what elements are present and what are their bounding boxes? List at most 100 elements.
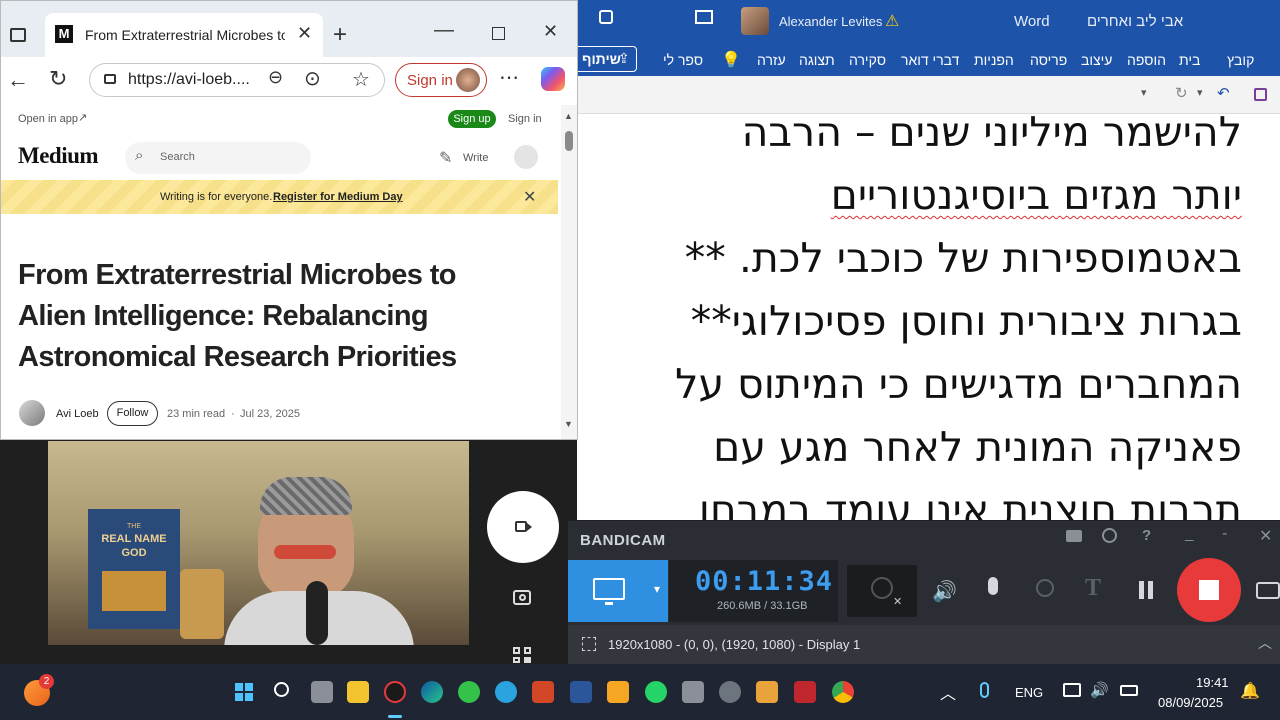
tab-layout[interactable]: פריסה bbox=[1030, 52, 1067, 68]
tab-references[interactable]: הפניות bbox=[974, 52, 1014, 68]
medium-logo[interactable]: Medium bbox=[18, 143, 99, 169]
screen-mode-button[interactable]: ▾ bbox=[568, 560, 668, 622]
profile-sign-in-button[interactable]: Sign in bbox=[395, 63, 487, 97]
tab-close-icon[interactable]: ✕ bbox=[297, 23, 312, 44]
author-avatar[interactable] bbox=[19, 400, 45, 426]
region-icon[interactable] bbox=[582, 637, 596, 651]
browser-tab[interactable]: M From Extraterrestrial Microbes to ✕ bbox=[45, 13, 323, 57]
save-icon[interactable] bbox=[599, 10, 613, 24]
whatsapp-icon[interactable] bbox=[645, 681, 667, 703]
write-icon[interactable]: ✎ bbox=[439, 148, 452, 168]
document-body[interactable]: להישמר מיליוני שנים – הרבה יותר מגזים בי… bbox=[577, 108, 1280, 520]
tab-help[interactable]: עזרה bbox=[757, 52, 786, 68]
clock-time[interactable]: 19:41 bbox=[1196, 675, 1229, 690]
network-icon[interactable] bbox=[1063, 683, 1081, 697]
screenshot-camera-icon[interactable] bbox=[513, 590, 531, 605]
address-bar[interactable]: https://avi-loeb.... ⊖ ⊙ ☆ bbox=[89, 63, 385, 97]
camera-app-icon[interactable] bbox=[682, 681, 704, 703]
more-options-icon[interactable]: ⊙ bbox=[304, 66, 321, 91]
redo-icon[interactable]: ↻ bbox=[1175, 84, 1188, 102]
clock-date[interactable]: 08/09/2025 bbox=[1158, 695, 1223, 710]
lock-icon[interactable] bbox=[104, 74, 116, 84]
bandicam-collapse-icon[interactable]: - bbox=[1222, 525, 1227, 543]
volume-icon[interactable]: 🔊 bbox=[1090, 681, 1109, 699]
app-yellow-icon[interactable] bbox=[607, 681, 629, 703]
share-button[interactable]: שיתוף ⇪ bbox=[577, 46, 637, 72]
video-editor-icon[interactable] bbox=[756, 681, 778, 703]
telegram-icon[interactable] bbox=[495, 681, 517, 703]
sign-in-link[interactable]: Sign in bbox=[508, 113, 542, 125]
new-tab-icon[interactable]: + bbox=[333, 21, 347, 49]
tell-me-box[interactable]: ספר לי bbox=[663, 52, 703, 68]
warning-icon[interactable]: ⚠ bbox=[885, 11, 899, 31]
zoom-icon[interactable]: ⊖ bbox=[268, 67, 283, 88]
sign-up-button[interactable]: Sign up bbox=[448, 110, 496, 128]
scroll-down-icon[interactable]: ▼ bbox=[564, 419, 573, 429]
edge-icon[interactable] bbox=[421, 681, 443, 703]
maximize-icon[interactable] bbox=[492, 27, 505, 40]
open-in-app-link[interactable]: Open in app bbox=[18, 113, 78, 125]
follow-button[interactable]: Follow bbox=[107, 401, 158, 426]
tray-microphone-icon[interactable] bbox=[980, 682, 989, 698]
folder-icon[interactable] bbox=[1066, 530, 1082, 542]
back-icon[interactable]: ← bbox=[7, 67, 29, 93]
tray-overflow-icon[interactable]: ︿ bbox=[940, 680, 956, 704]
mcafee-icon[interactable] bbox=[794, 681, 816, 703]
notification-bell-icon[interactable]: 🔔 bbox=[1240, 681, 1260, 701]
help-icon[interactable]: ? bbox=[1142, 527, 1151, 544]
search-input[interactable]: ⌕ Search bbox=[125, 142, 311, 174]
favorite-star-icon[interactable]: ☆ bbox=[352, 67, 370, 92]
tab-review[interactable]: סקירה bbox=[849, 52, 886, 68]
undo-dropdown-icon[interactable]: ▾ bbox=[1197, 86, 1203, 99]
text-overlay-icon[interactable]: T bbox=[1085, 575, 1101, 602]
speaker-icon[interactable]: 🔊 bbox=[932, 579, 957, 604]
banner-register-link[interactable]: Register for Medium Day bbox=[273, 191, 403, 203]
tab-file[interactable]: קובץ bbox=[1227, 52, 1254, 68]
scroll-up-icon[interactable]: ▲ bbox=[564, 111, 573, 121]
word-taskbar-icon[interactable] bbox=[570, 681, 592, 703]
settings-menu-icon[interactable]: ⋯ bbox=[499, 65, 519, 90]
mode-dropdown-icon[interactable]: ▾ bbox=[654, 582, 660, 596]
settings-gear-icon[interactable] bbox=[719, 681, 741, 703]
minimize-icon[interactable]: — bbox=[434, 19, 454, 42]
start-button[interactable] bbox=[235, 683, 253, 701]
pause-icon[interactable] bbox=[1139, 581, 1144, 599]
save-icon[interactable] bbox=[1254, 88, 1267, 101]
bandicam-close-icon[interactable]: ✕ bbox=[1259, 526, 1272, 546]
file-explorer-icon[interactable] bbox=[347, 681, 369, 703]
tab-mailings[interactable]: דברי דואר bbox=[901, 52, 959, 68]
expand-chevron-icon[interactable]: ︿ bbox=[1258, 633, 1272, 653]
banner-close-icon[interactable]: ✕ bbox=[523, 187, 536, 207]
chrome-icon[interactable] bbox=[832, 681, 854, 703]
battery-icon[interactable] bbox=[1120, 685, 1138, 696]
ribbon-display-icon[interactable] bbox=[695, 10, 713, 24]
tab-insert[interactable]: הוספה bbox=[1127, 52, 1166, 68]
scrollbar-thumb[interactable] bbox=[565, 131, 573, 151]
user-avatar[interactable] bbox=[741, 7, 769, 35]
camera-record-button[interactable] bbox=[487, 491, 559, 563]
tab-home[interactable]: בית bbox=[1179, 52, 1200, 68]
qr-code-icon[interactable] bbox=[513, 647, 531, 663]
language-indicator[interactable]: ENG bbox=[1015, 685, 1043, 700]
close-window-icon[interactable]: ✕ bbox=[543, 21, 558, 42]
webcam-overlay-button[interactable]: ✕ bbox=[847, 565, 917, 617]
write-link[interactable]: Write bbox=[463, 152, 488, 164]
bandicam-minimize-icon[interactable]: _ bbox=[1185, 525, 1193, 542]
tab-view[interactable]: תצוגה bbox=[799, 52, 835, 68]
copilot-icon[interactable] bbox=[541, 67, 565, 91]
stop-record-button[interactable] bbox=[1177, 558, 1241, 622]
user-avatar-placeholder[interactable] bbox=[514, 145, 538, 169]
media-player-icon[interactable] bbox=[458, 681, 480, 703]
author-name[interactable]: Avi Loeb bbox=[56, 408, 99, 420]
page-scrollbar[interactable]: ▲ ▼ bbox=[561, 105, 577, 439]
tab-design[interactable]: עיצוב bbox=[1081, 52, 1112, 68]
tab-actions-icon[interactable] bbox=[10, 28, 26, 42]
screenshot-icon[interactable] bbox=[1256, 582, 1280, 599]
refresh-icon[interactable]: ↻ bbox=[49, 66, 67, 92]
microphone-icon[interactable] bbox=[988, 577, 998, 595]
clock-icon[interactable] bbox=[1102, 528, 1117, 543]
taskbar-search-icon[interactable] bbox=[274, 682, 289, 697]
task-view-icon[interactable] bbox=[311, 681, 333, 703]
bandicam-taskbar-icon[interactable] bbox=[384, 681, 406, 703]
qat-dropdown-icon[interactable]: ▾ bbox=[1141, 86, 1147, 99]
